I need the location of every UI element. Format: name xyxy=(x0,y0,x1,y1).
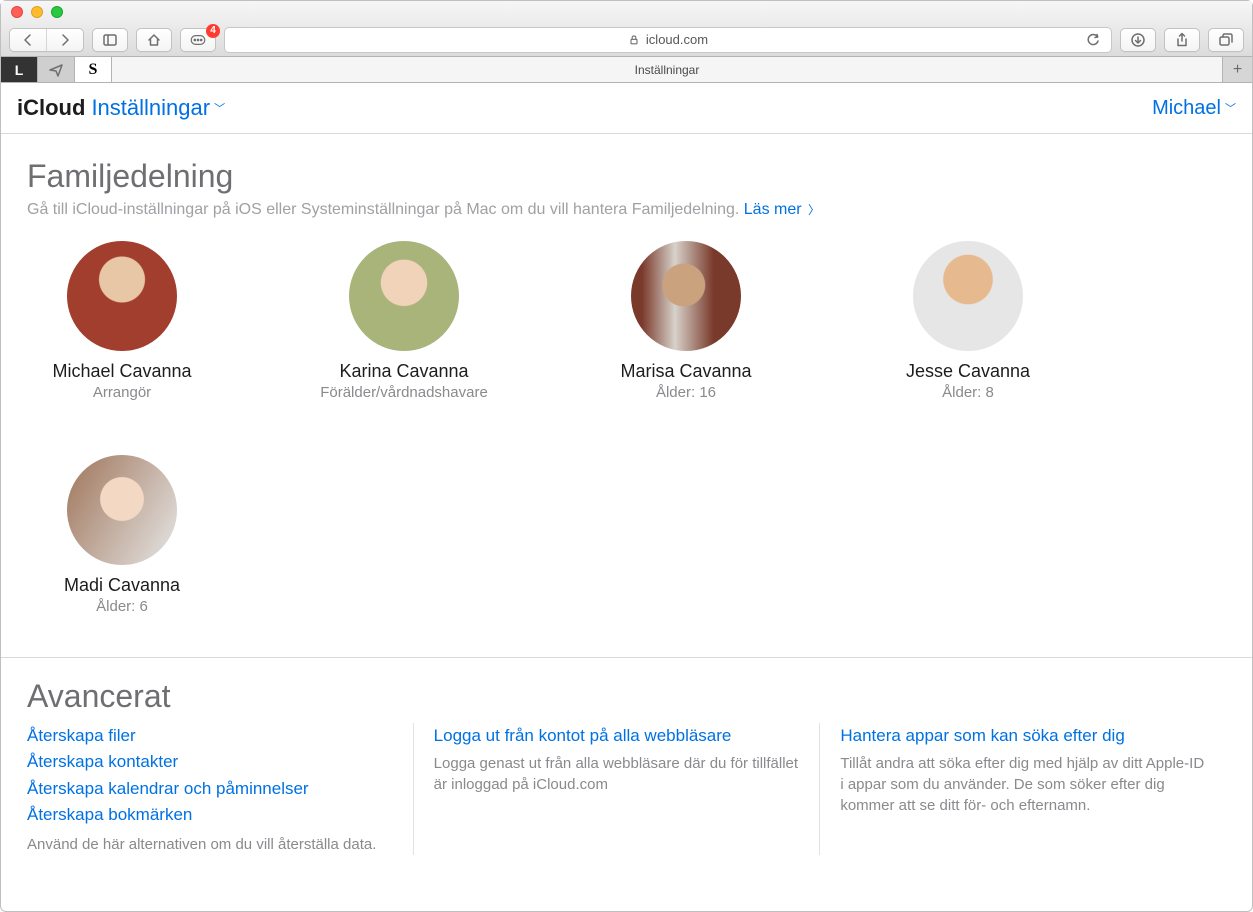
breadcrumb-settings[interactable]: Inställningar ﹀ xyxy=(91,95,225,121)
lock-icon xyxy=(628,34,640,46)
sidebar-toggle-button[interactable] xyxy=(92,28,128,52)
icloud-brand[interactable]: iCloud xyxy=(17,95,85,121)
family-member[interactable]: Marisa Cavanna Ålder: 16 xyxy=(591,241,781,401)
member-name: Madi Cavanna xyxy=(27,575,217,596)
icloud-header: iCloud Inställningar ﹀ Michael ﹀ xyxy=(1,83,1252,134)
share-button[interactable] xyxy=(1164,28,1200,52)
tab-title: Inställningar xyxy=(635,63,700,77)
avatar xyxy=(67,455,177,565)
restore-contacts-link[interactable]: Återskapa kontakter xyxy=(27,749,393,775)
restore-bookmarks-link[interactable]: Återskapa bokmärken xyxy=(27,802,393,828)
pinned-tab-l[interactable]: L xyxy=(1,57,38,82)
member-name: Michael Cavanna xyxy=(27,361,217,382)
family-member[interactable]: Jesse Cavanna Ålder: 8 xyxy=(873,241,1063,401)
signout-all-link[interactable]: Logga ut från kontot på alla webbläsare xyxy=(434,723,800,749)
account-menu[interactable]: Michael ﹀ xyxy=(1152,97,1236,120)
family-member[interactable]: Karina Cavanna Förälder/vårdnadshavare xyxy=(309,241,499,401)
show-tabs-button[interactable] xyxy=(1208,28,1244,52)
tab-active[interactable]: Inställningar xyxy=(112,57,1222,82)
manage-lookup-link[interactable]: Hantera appar som kan söka efter dig xyxy=(840,723,1206,749)
account-name: Michael xyxy=(1152,97,1221,120)
restore-files-link[interactable]: Återskapa filer xyxy=(27,723,393,749)
back-button[interactable] xyxy=(10,29,46,51)
member-role: Ålder: 6 xyxy=(27,598,217,615)
chevron-left-icon xyxy=(20,32,36,48)
site-settings-button[interactable]: 4 xyxy=(180,28,216,52)
learn-more-label: Läs mer xyxy=(744,201,802,218)
advanced-col-signout: Logga ut från kontot på alla webbläsare … xyxy=(413,723,820,855)
member-role: Ålder: 16 xyxy=(591,384,781,401)
avatar xyxy=(631,241,741,351)
restore-description: Använd de här alternativen om du vill åt… xyxy=(27,834,393,855)
browser-toolbar: 4 icloud.com xyxy=(1,23,1252,57)
house-icon xyxy=(146,32,162,48)
avatar xyxy=(67,241,177,351)
section-title-advanced: Avancerat xyxy=(27,678,1226,715)
reload-icon xyxy=(1085,32,1101,48)
member-role: Arrangör xyxy=(27,384,217,401)
restore-calendars-link[interactable]: Återskapa kalendrar och påminnelser xyxy=(27,776,393,802)
page-content: Familjedelning Gå till iCloud-inställnin… xyxy=(1,134,1252,855)
chevron-down-icon: ﹀ xyxy=(1225,100,1236,116)
chevron-down-icon: ﹀ xyxy=(214,100,225,116)
share-icon xyxy=(1174,32,1190,48)
family-member[interactable]: Michael Cavanna Arrangör xyxy=(27,241,217,401)
window-titlebar xyxy=(1,1,1252,23)
pinned-tab-plane[interactable] xyxy=(38,57,75,82)
signout-description: Logga genast ut från alla webbläsare där… xyxy=(434,753,800,795)
family-help-text: Gå till iCloud-inställningar på iOS elle… xyxy=(27,201,744,218)
section-subtitle-family: Gå till iCloud-inställningar på iOS elle… xyxy=(27,201,1226,219)
pinned-tab-s[interactable]: S xyxy=(75,57,112,82)
notification-badge: 4 xyxy=(206,24,220,38)
member-name: Karina Cavanna xyxy=(309,361,499,382)
member-role: Ålder: 8 xyxy=(873,384,1063,401)
member-name: Jesse Cavanna xyxy=(873,361,1063,382)
family-members-grid: Michael Cavanna Arrangör Karina Cavanna … xyxy=(27,241,1226,615)
minimize-window-button[interactable] xyxy=(31,6,43,18)
home-button[interactable] xyxy=(136,28,172,52)
advanced-columns: Återskapa filer Återskapa kontakter Åter… xyxy=(27,723,1226,855)
close-window-button[interactable] xyxy=(11,6,23,18)
tab-strip: L S Inställningar + xyxy=(1,57,1252,83)
advanced-col-lookup: Hantera appar som kan söka efter dig Til… xyxy=(819,723,1226,855)
download-icon xyxy=(1130,32,1146,48)
traffic-lights xyxy=(11,6,63,18)
advanced-section: Avancerat Återskapa filer Återskapa kont… xyxy=(27,658,1226,855)
nav-back-forward xyxy=(9,28,84,52)
reload-button[interactable] xyxy=(1085,32,1101,48)
section-title-family: Familjedelning xyxy=(27,158,1226,195)
airplane-icon xyxy=(48,62,64,78)
sidebar-icon xyxy=(102,32,118,48)
address-host: icloud.com xyxy=(646,32,708,47)
forward-button[interactable] xyxy=(46,29,83,51)
new-tab-button[interactable]: + xyxy=(1222,57,1252,82)
address-bar[interactable]: icloud.com xyxy=(224,27,1112,53)
family-member[interactable]: Madi Cavanna Ålder: 6 xyxy=(27,455,217,615)
member-name: Marisa Cavanna xyxy=(591,361,781,382)
chevron-right-icon: 〉 xyxy=(808,203,820,217)
learn-more-link[interactable]: Läs mer 〉 xyxy=(744,201,820,218)
breadcrumb-label: Inställningar xyxy=(91,95,210,121)
chevron-right-icon xyxy=(57,32,73,48)
tabs-icon xyxy=(1218,32,1234,48)
member-role: Förälder/vårdnadshavare xyxy=(309,384,499,401)
family-sharing-section: Familjedelning Gå till iCloud-inställnin… xyxy=(27,158,1226,615)
ellipsis-circle-icon xyxy=(190,32,206,48)
downloads-button[interactable] xyxy=(1120,28,1156,52)
avatar xyxy=(913,241,1023,351)
zoom-window-button[interactable] xyxy=(51,6,63,18)
avatar xyxy=(349,241,459,351)
advanced-col-restore: Återskapa filer Återskapa kontakter Åter… xyxy=(27,723,413,855)
lookup-description: Tillåt andra att söka efter dig med hjäl… xyxy=(840,753,1206,816)
